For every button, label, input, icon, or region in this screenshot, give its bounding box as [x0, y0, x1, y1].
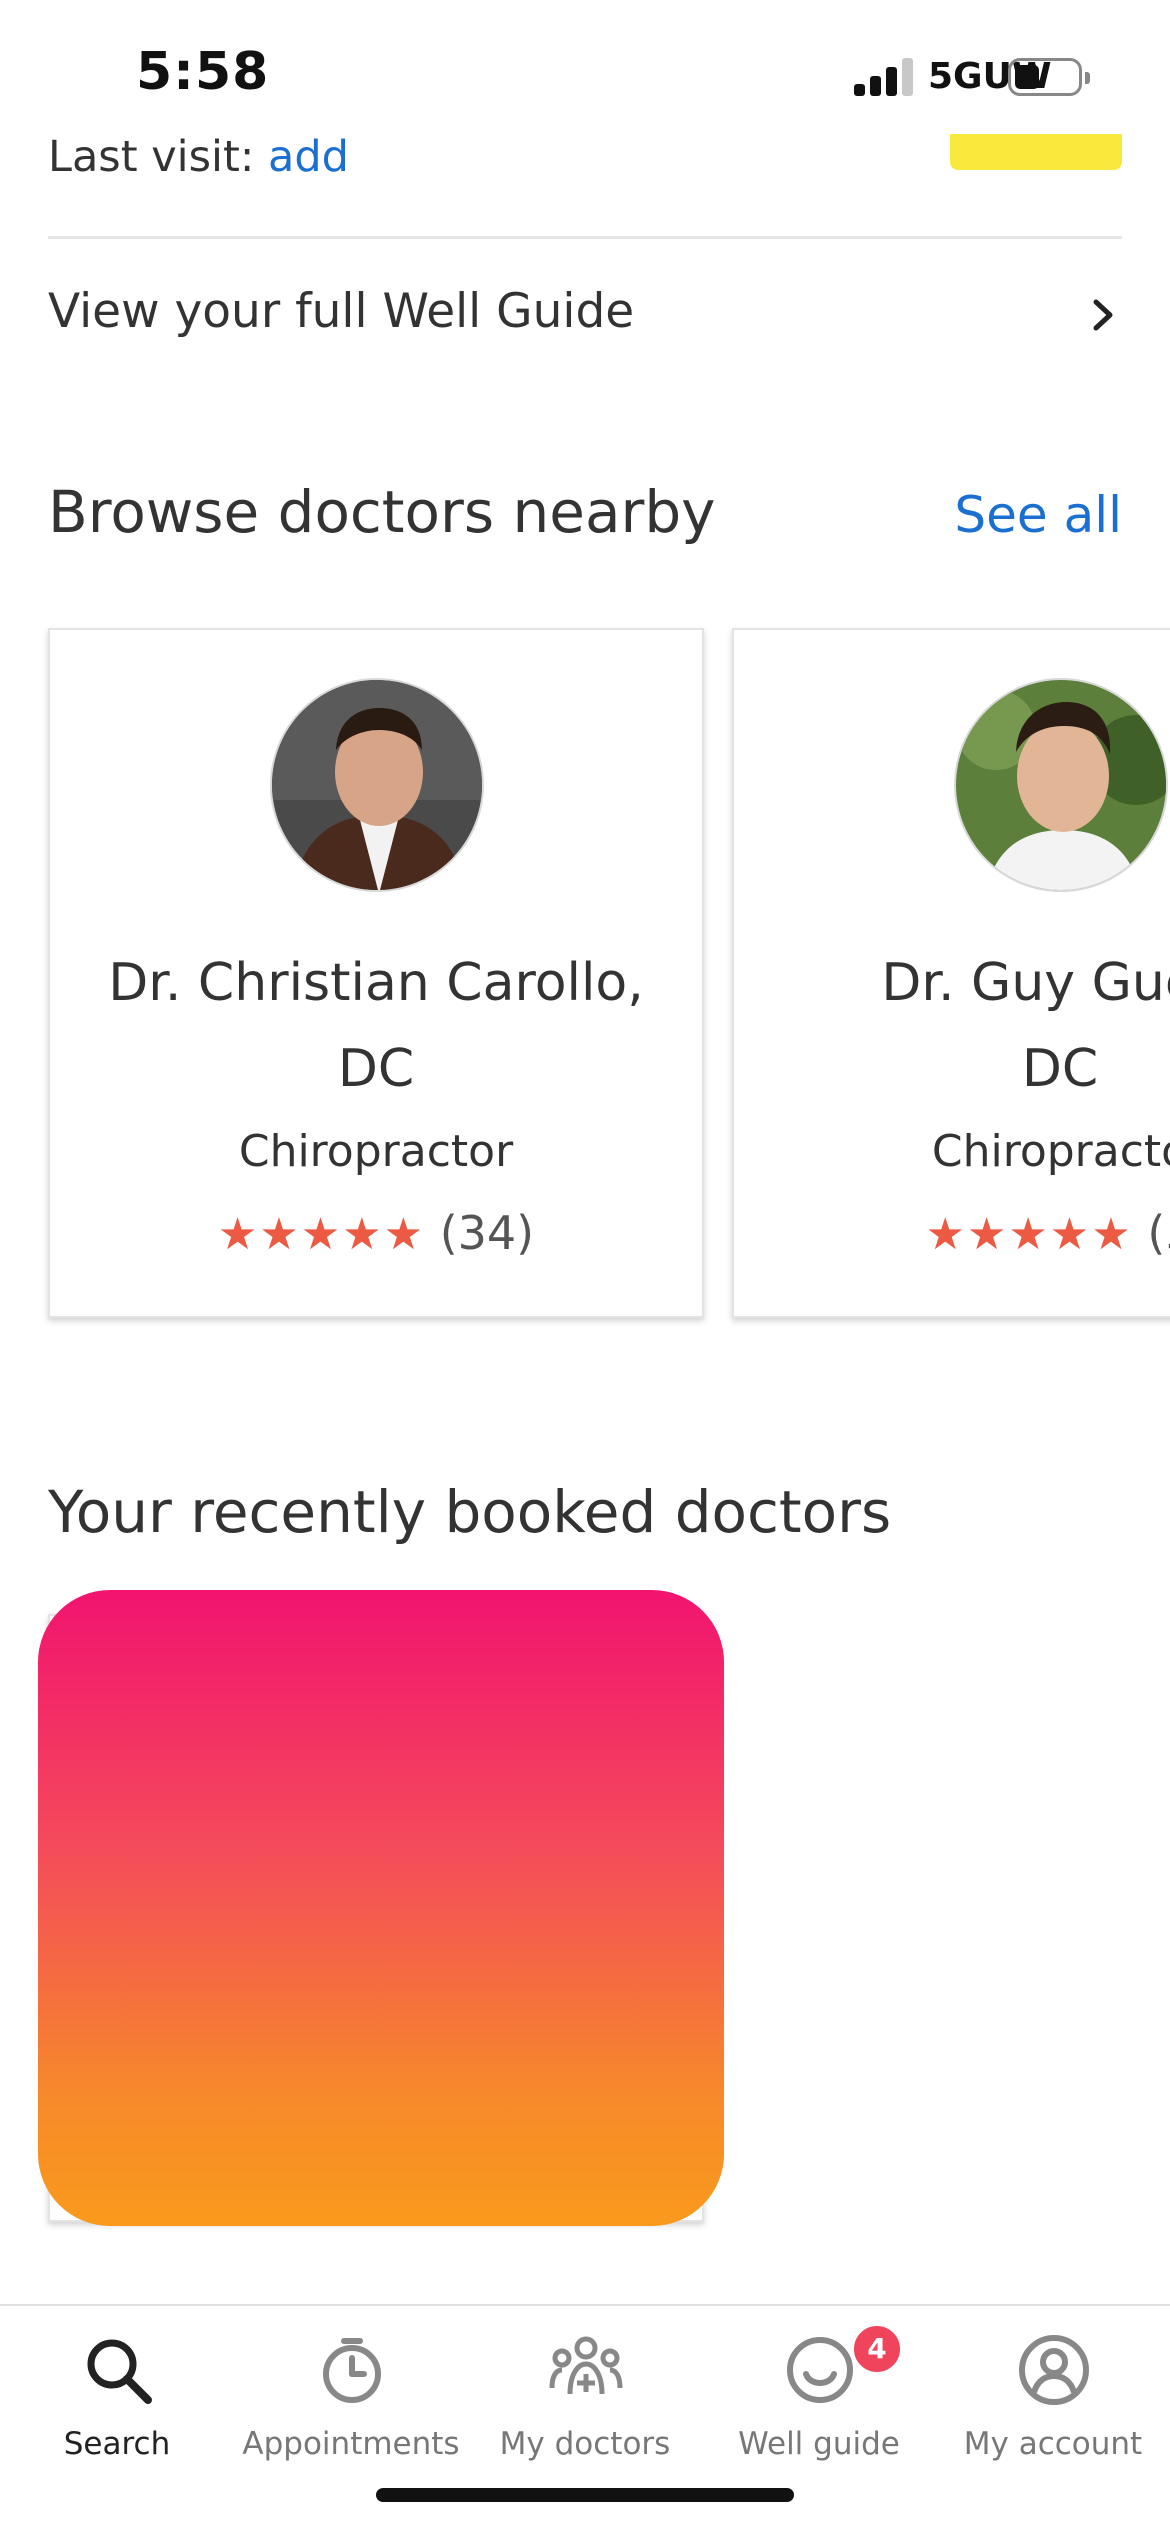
- doctor-card[interactable]: Dr. Guy Guerr DC Chiropracto ★★★★★ (5: [732, 628, 1170, 1318]
- doctor-specialty: Chiropractor: [238, 2026, 514, 2077]
- account-circle-icon: [1019, 2335, 1089, 2405]
- tab-my-doctors[interactable]: My doctors: [468, 2334, 702, 2474]
- tab-appointments[interactable]: Appointments: [234, 2334, 468, 2474]
- signal-strength-icon: [854, 58, 914, 96]
- doctor-avatar: [270, 1668, 484, 1882]
- doctor-name: Dr. Christian Carollo, DC: [70, 940, 682, 1112]
- last-visit-row: Last visit: add: [48, 132, 349, 182]
- see-all-link[interactable]: See all: [954, 486, 1122, 544]
- add-last-visit-link[interactable]: add: [268, 132, 349, 182]
- doctor-avatar: [954, 678, 1168, 892]
- people-plus-icon: [549, 2336, 623, 2395]
- tab-label: My doctors: [499, 2426, 671, 2462]
- view-full-well-guide-link[interactable]: View your full Well Guide: [48, 284, 1122, 346]
- doctor-name: Dr. Danny Choi, DC: [126, 1937, 626, 1997]
- chevron-right-icon: [1093, 299, 1113, 331]
- doctor-avatar: [270, 678, 484, 892]
- doctor-specialty: Chiropractor: [238, 1126, 514, 1177]
- doctor-name-line: DC: [337, 1039, 415, 1099]
- doctor-photo-icon: [272, 1670, 482, 1880]
- tab-search[interactable]: Search: [0, 2334, 234, 2474]
- battery-icon: [1008, 58, 1090, 96]
- search-icon: [87, 2339, 152, 2404]
- star-rating-icon: ★★★★★: [217, 1209, 426, 1260]
- doctor-rating: ★★★★★ (5: [734, 1206, 1170, 1260]
- tab-my-account[interactable]: My account: [936, 2334, 1170, 2474]
- home-indicator[interactable]: [376, 2488, 794, 2502]
- doctor-name-line: Dr. Christian Carollo,: [108, 953, 644, 1013]
- highlight-marker: [950, 134, 1122, 170]
- tab-label: Appointments: [242, 2426, 460, 2462]
- review-count: (34): [439, 1206, 535, 1260]
- doctor-name: Dr. Guy Guerr DC: [754, 940, 1170, 1112]
- tab-well-guide[interactable]: 4 Well guide: [702, 2322, 936, 2474]
- tab-label: My account: [963, 2426, 1143, 2462]
- review-count: (5: [1147, 1206, 1170, 1260]
- view-full-well-guide-label: View your full Well Guide: [48, 284, 635, 339]
- status-time: 5:58: [136, 42, 270, 102]
- last-visit-label: Last visit:: [48, 132, 255, 182]
- star-rating-icon: ★★★★★: [925, 1209, 1133, 1260]
- doctor-card[interactable]: Dr. Danny Choi, DC Chiropractor ★★★★★ (2…: [48, 1614, 704, 2222]
- star-rating-icon: ★★★★★: [203, 2109, 411, 2160]
- recent-doctors-title: Your recently booked doctors: [48, 1478, 892, 1546]
- browse-doctors-title: Browse doctors nearby: [48, 478, 716, 546]
- doctor-name-line: DC: [1021, 1039, 1099, 1099]
- smile-icon: [787, 2337, 853, 2403]
- doctor-photo-icon: [272, 680, 482, 890]
- divider: [48, 236, 1122, 239]
- doctor-rating: ★★★★★ (34): [50, 1206, 702, 1260]
- doctor-card[interactable]: Dr. Christian Carollo, DC Chiropractor ★…: [48, 628, 704, 1318]
- tab-label: Well guide: [738, 2426, 900, 2462]
- stopwatch-icon: [323, 2338, 381, 2403]
- tabbar-divider: [0, 2304, 1170, 2306]
- doctor-name-line: Dr. Guy Guerr: [881, 953, 1170, 1013]
- tab-label: Search: [63, 2426, 171, 2462]
- notification-badge: 4: [850, 2322, 904, 2376]
- doctor-rating: ★★★★★ (220): [50, 2106, 702, 2160]
- screen: 5:58 5GUW Last visit: add View your full…: [0, 0, 1170, 2532]
- review-count: (220): [425, 2106, 549, 2160]
- doctor-specialty: Chiropracto: [931, 1126, 1170, 1177]
- doctor-photo-icon: [956, 680, 1166, 890]
